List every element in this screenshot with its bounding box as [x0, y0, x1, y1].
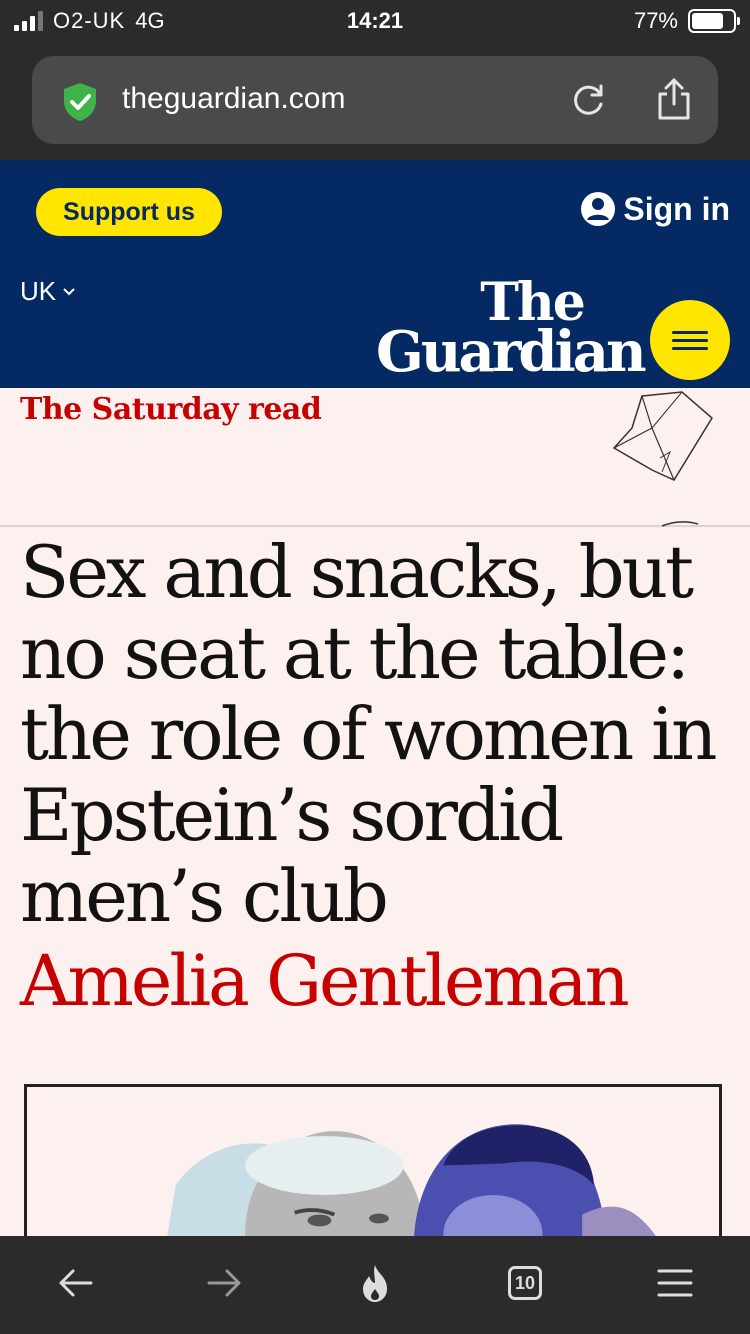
support-bar: Support us Sign in	[0, 160, 750, 264]
shield-check-icon[interactable]	[58, 80, 102, 124]
guardian-logo[interactable]: The Guardian	[376, 277, 647, 385]
section-divider	[0, 525, 750, 527]
chevron-down-icon	[63, 287, 75, 295]
share-icon[interactable]	[654, 76, 694, 122]
article-headline: Sex and snacks, but no seat at the table…	[20, 530, 718, 938]
sketch-stroke	[661, 521, 699, 527]
hero-illustration	[27, 1087, 719, 1244]
paper-sketch-icon	[612, 391, 713, 481]
logo-guardian: Guardian	[376, 318, 647, 385]
reload-icon[interactable]	[568, 80, 608, 120]
account-icon	[581, 192, 616, 226]
address-bar[interactable]: theguardian.com	[32, 56, 718, 144]
menu-toolbar-button[interactable]	[645, 1253, 705, 1313]
back-button[interactable]	[45, 1253, 105, 1313]
status-right: 77%	[633, 8, 740, 34]
edition-selector[interactable]: UK	[20, 276, 76, 307]
edition-label: UK	[20, 276, 57, 306]
status-bar: O2-UK 4G 14:21 77%	[0, 0, 750, 44]
article-hero-image	[24, 1084, 722, 1244]
sign-in-link[interactable]: Sign in	[579, 190, 730, 228]
tabs-button[interactable]: 10	[495, 1253, 555, 1313]
browser-chrome: O2-UK 4G 14:21 77% theguardian.com	[0, 0, 750, 160]
menu-icon	[657, 1269, 693, 1297]
browser-toolbar: 10	[0, 1236, 750, 1334]
flame-icon	[363, 1265, 387, 1302]
forward-icon	[207, 1269, 241, 1297]
battery-icon	[688, 9, 740, 33]
article-kicker[interactable]: The Saturday read	[20, 392, 322, 427]
battery-percent: 77%	[633, 8, 678, 33]
masthead: UK The Guardian	[0, 264, 750, 388]
forward-button[interactable]	[195, 1253, 255, 1313]
menu-button[interactable]	[650, 300, 730, 380]
url-text[interactable]: theguardian.com	[122, 82, 345, 116]
flame-button[interactable]	[345, 1253, 405, 1313]
sign-in-label: Sign in	[623, 190, 730, 227]
article-byline[interactable]: Amelia Gentleman	[20, 940, 630, 1022]
support-us-button[interactable]: Support us	[36, 188, 222, 236]
tabs-icon: 10	[508, 1266, 542, 1300]
back-icon	[59, 1269, 93, 1297]
